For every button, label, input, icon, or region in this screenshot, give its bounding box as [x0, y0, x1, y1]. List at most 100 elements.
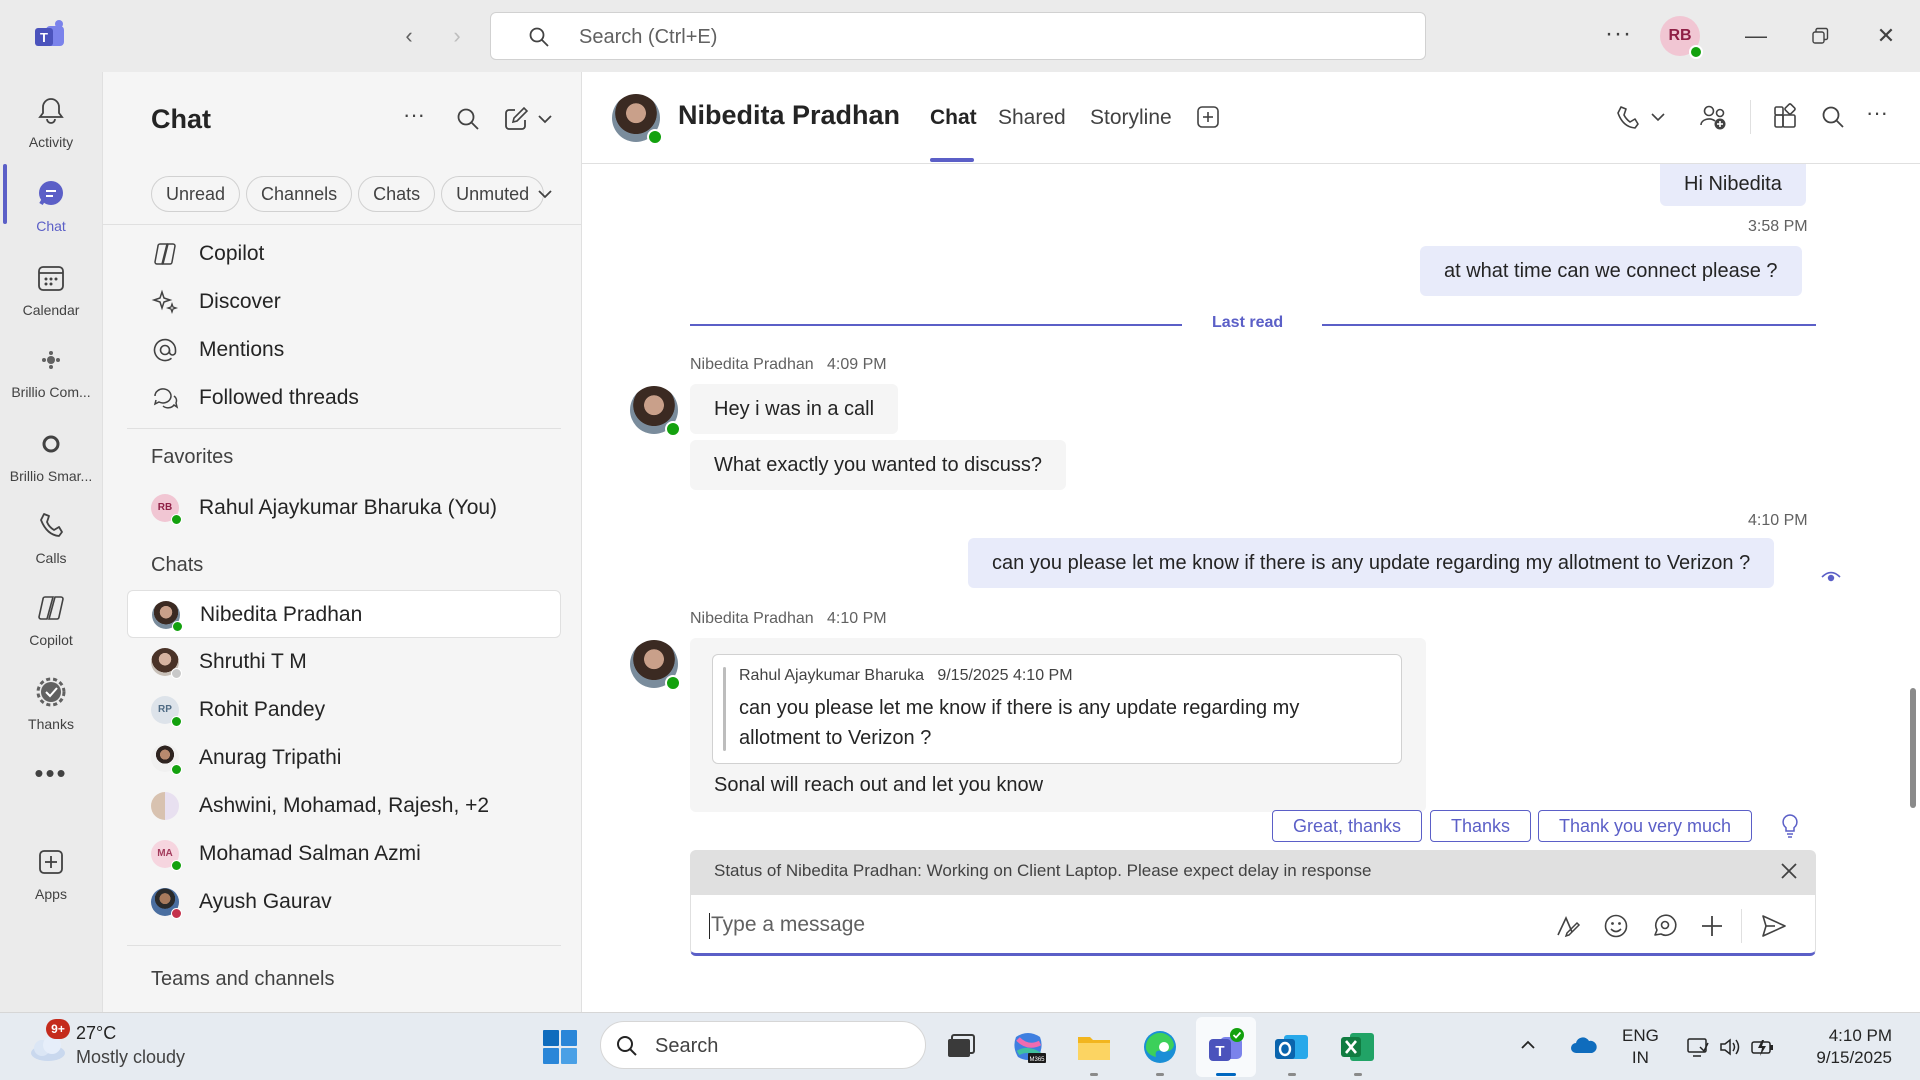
sender-avatar[interactable]: [630, 386, 681, 437]
chat-item-rohit[interactable]: RP Rohit Pandey: [127, 686, 561, 734]
nav-followed-threads[interactable]: Followed threads: [127, 374, 561, 422]
chat-item-ayush[interactable]: Ayush Gaurav: [127, 878, 561, 926]
suggested-reply-great-thanks[interactable]: Great, thanks: [1272, 810, 1423, 842]
rail-item-calendar[interactable]: Calendar: [0, 252, 102, 332]
emoji-icon[interactable]: [1601, 911, 1631, 941]
nav-discover[interactable]: Discover: [127, 278, 561, 326]
message-compose-box[interactable]: Type a message: [690, 894, 1816, 956]
presence-available-icon: [665, 675, 681, 691]
settings-more-icon[interactable]: ···: [1605, 20, 1632, 48]
add-people-icon[interactable]: [1698, 102, 1728, 132]
onedrive-icon[interactable]: [1570, 1035, 1598, 1055]
nav-mentions[interactable]: Mentions: [127, 326, 561, 374]
tab-shared[interactable]: Shared: [998, 106, 1066, 130]
filter-channels[interactable]: Channels: [246, 176, 353, 212]
reply-text: Sonal will reach out and let you know: [714, 774, 1044, 796]
chat-item-shruthi[interactable]: Shruthi T M: [127, 638, 561, 686]
send-icon[interactable]: [1759, 911, 1789, 941]
search-icon[interactable]: [1818, 102, 1848, 132]
quoted-message[interactable]: Rahul Ajaykumar Bharuka 9/15/2025 4:10 P…: [712, 654, 1402, 764]
my-message[interactable]: at what time can we connect please ?: [1420, 246, 1802, 296]
my-message[interactable]: Hi Nibedita: [1660, 164, 1806, 206]
presence-available-icon: [171, 514, 182, 525]
suggested-reply-thanks[interactable]: Thanks: [1430, 810, 1532, 842]
teams-channels-heading[interactable]: Teams and channels: [151, 968, 334, 991]
tab-chat[interactable]: Chat: [930, 106, 977, 130]
rail-item-brillio-smar[interactable]: Brillio Smar...: [0, 418, 102, 498]
chat-item-group[interactable]: Ashwini, Mohamad, Rajesh, +2: [127, 782, 561, 830]
more-options-icon[interactable]: ···: [1866, 102, 1896, 132]
nav-copilot[interactable]: Copilot: [127, 230, 561, 278]
file-explorer-icon[interactable]: [1074, 1027, 1114, 1067]
teams-app-icon[interactable]: T: [1206, 1027, 1246, 1067]
filter-unmuted[interactable]: Unmuted: [441, 176, 545, 212]
chat-item-self[interactable]: RB Rahul Ajaykumar Bharuka (You): [127, 484, 561, 532]
edge-browser-icon[interactable]: [1140, 1027, 1180, 1067]
search-input[interactable]: Search (Ctrl+E): [490, 12, 1426, 60]
more-options-icon[interactable]: ···: [403, 104, 433, 134]
rail-item-apps[interactable]: Apps: [0, 836, 102, 916]
chat-item-anurag[interactable]: Anurag Tripathi: [127, 734, 561, 782]
battery-charging-icon[interactable]: [1750, 1035, 1776, 1059]
scrollbar-thumb[interactable]: [1910, 688, 1916, 808]
received-message-with-quote[interactable]: Rahul Ajaykumar Bharuka 9/15/2025 4:10 P…: [690, 638, 1426, 812]
windows-start-icon[interactable]: [540, 1027, 580, 1067]
search-icon[interactable]: [453, 104, 483, 134]
m365-icon[interactable]: M365: [1008, 1027, 1048, 1067]
rail-item-calls[interactable]: Calls: [0, 500, 102, 580]
rail-item-brillio-com[interactable]: Brillio Com...: [0, 334, 102, 414]
forward-arrow-icon[interactable]: ›: [443, 22, 471, 50]
show-hidden-icons-chevron-up-icon[interactable]: [1518, 1035, 1538, 1055]
chat-item-mohamad[interactable]: MA Mohamad Salman Azmi: [127, 830, 561, 878]
rail-item-chat[interactable]: Chat: [0, 168, 102, 248]
contact-name[interactable]: Nibedita Pradhan: [678, 100, 900, 131]
sender-avatar[interactable]: [630, 640, 681, 691]
avatar: [152, 601, 183, 632]
lightbulb-icon[interactable]: [1778, 812, 1802, 840]
favorites-heading[interactable]: Favorites: [151, 446, 233, 469]
restore-icon[interactable]: [1800, 18, 1840, 54]
apps-icon[interactable]: [1770, 102, 1800, 132]
phone-icon[interactable]: [1612, 102, 1642, 132]
chats-heading[interactable]: Chats: [151, 554, 203, 577]
profile-avatar[interactable]: RB: [1660, 16, 1703, 59]
add-icon[interactable]: [1697, 911, 1727, 941]
chevron-down-icon[interactable]: [533, 182, 557, 206]
excel-icon[interactable]: [1338, 1027, 1378, 1067]
tab-storyline[interactable]: Storyline: [1090, 106, 1172, 130]
suggested-reply-thank-you-very-much[interactable]: Thank you very much: [1538, 810, 1753, 842]
format-icon[interactable]: [1553, 911, 1583, 941]
language-indicator[interactable]: ENG IN: [1622, 1025, 1659, 1069]
windows-taskbar: 9+ 27°C Mostly cloudy Search M365 T ENG …: [0, 1012, 1920, 1080]
received-message[interactable]: What exactly you wanted to discuss?: [690, 440, 1066, 490]
volume-icon[interactable]: [1718, 1035, 1742, 1059]
add-tab-icon[interactable]: [1194, 103, 1222, 131]
outlook-icon[interactable]: [1272, 1027, 1312, 1067]
received-message[interactable]: Hey i was in a call: [690, 384, 899, 434]
back-arrow-icon[interactable]: ‹: [395, 22, 423, 50]
system-clock[interactable]: 4:10 PM 9/15/2025: [1806, 1025, 1892, 1069]
contact-avatar[interactable]: [612, 94, 663, 145]
taskbar-search[interactable]: Search: [600, 1021, 926, 1069]
temperature[interactable]: 27°C: [76, 1023, 116, 1044]
my-message[interactable]: can you please let me know if there is a…: [968, 538, 1775, 588]
filter-chats[interactable]: Chats: [358, 176, 436, 212]
weather-condition[interactable]: Mostly cloudy: [76, 1047, 185, 1068]
rail-more-apps[interactable]: •••: [0, 760, 102, 802]
chevron-down-icon[interactable]: [535, 104, 555, 134]
chat-item-nibedita-pradhan[interactable]: Nibedita Pradhan: [127, 590, 561, 638]
new-chat-icon[interactable]: [501, 104, 531, 134]
minimize-icon[interactable]: —: [1736, 18, 1776, 54]
teams-logo-icon[interactable]: T: [32, 18, 68, 54]
chevron-down-icon[interactable]: [1648, 102, 1668, 132]
task-view-icon[interactable]: [940, 1027, 980, 1067]
close-window-icon[interactable]: ✕: [1866, 18, 1906, 54]
loop-icon[interactable]: [1649, 911, 1679, 941]
network-icon[interactable]: [1686, 1035, 1710, 1059]
avatar: [151, 648, 182, 679]
rail-item-activity[interactable]: Activity: [0, 84, 102, 164]
close-icon[interactable]: [1776, 858, 1802, 884]
rail-item-copilot[interactable]: Copilot: [0, 582, 102, 662]
rail-item-thanks[interactable]: Thanks: [0, 666, 102, 746]
filter-unread[interactable]: Unread: [151, 176, 241, 212]
